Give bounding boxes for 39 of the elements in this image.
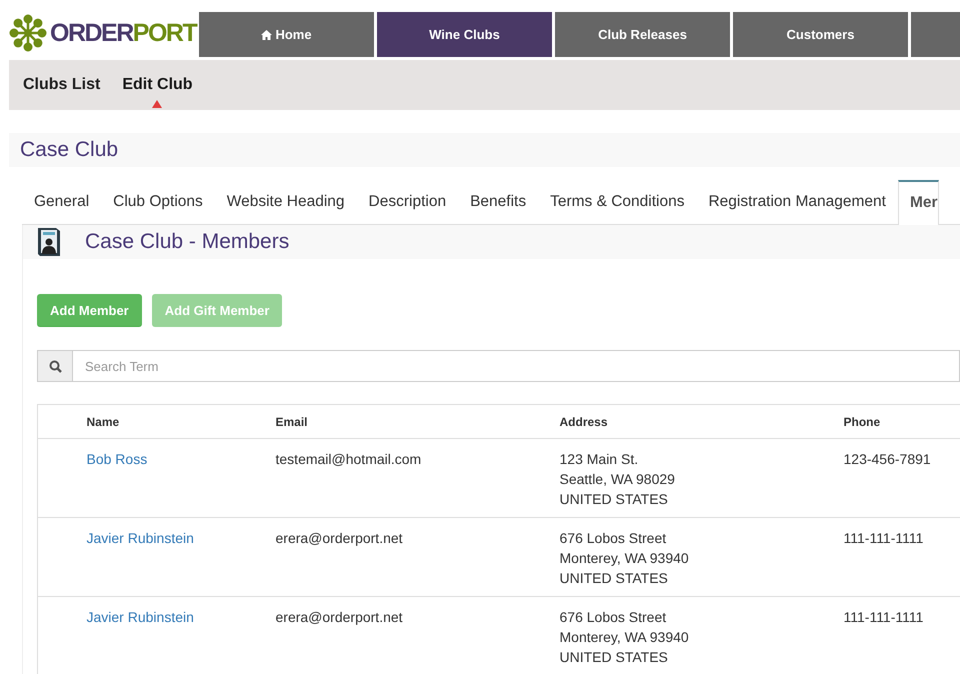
nav-button[interactable]: Home	[199, 12, 374, 57]
tab[interactable]: Website Heading	[214, 181, 357, 224]
nav-button[interactable]	[911, 12, 960, 57]
phone-cell: 111-111-1111	[844, 609, 924, 625]
address-cell-text: 676 Lobos Street Monterey, WA 93940 UNITED STATES	[560, 608, 690, 667]
tab[interactable]: Terms & Conditions	[538, 181, 696, 224]
search-field[interactable]: Search Term	[73, 350, 960, 382]
nav-button[interactable]: Wine Clubs	[377, 12, 552, 57]
address-cell-text: 676 Lobos Street Monterey, WA 93940 UNITED STATES	[560, 529, 690, 588]
phone-cell: 111-111-1111	[844, 530, 924, 546]
tab[interactable]: Club Options	[101, 181, 215, 224]
sub-nav-link[interactable]: Clubs List	[23, 76, 100, 94]
page-title: Case Club	[9, 133, 960, 167]
column-header: Name	[86, 414, 120, 428]
tab[interactable]: Registration Management	[696, 181, 898, 224]
column-header: Phone	[844, 414, 880, 428]
tab[interactable]: General	[22, 181, 102, 224]
tab[interactable]: Benefits	[458, 181, 538, 224]
nav-button[interactable]: Club Releases	[555, 12, 730, 57]
email-cell: erera@orderport.net	[276, 609, 403, 625]
column-header: Address	[560, 414, 608, 428]
member-name-link[interactable]: Javier Rubinstein	[86, 530, 194, 546]
tab[interactable]: Description	[356, 181, 458, 224]
home-icon	[261, 30, 272, 40]
sub-nav-link[interactable]: Edit Club	[122, 76, 193, 108]
email-cell: erera@orderport.net	[276, 530, 403, 546]
caret-icon	[152, 100, 162, 108]
flower-logo-icon	[9, 14, 47, 52]
logo-text: ORDERPORT	[50, 20, 196, 46]
member-name-link[interactable]: Bob Ross	[86, 451, 148, 467]
nav-button[interactable]: Customers	[733, 12, 908, 57]
panel-title: Case Club - Members	[85, 230, 290, 254]
column-header: Email	[276, 414, 308, 428]
phone-cell: 123-456-7891	[844, 451, 931, 467]
address-cell-text: 123 Main St. Seattle, WA 98029 UNITED STATES	[560, 450, 676, 509]
tab[interactable]: Mer	[898, 180, 939, 225]
email-cell: testemail@hotmail.com	[276, 451, 422, 467]
member-name-link[interactable]: Javier Rubinstein	[86, 609, 194, 625]
search-icon	[48, 360, 62, 372]
